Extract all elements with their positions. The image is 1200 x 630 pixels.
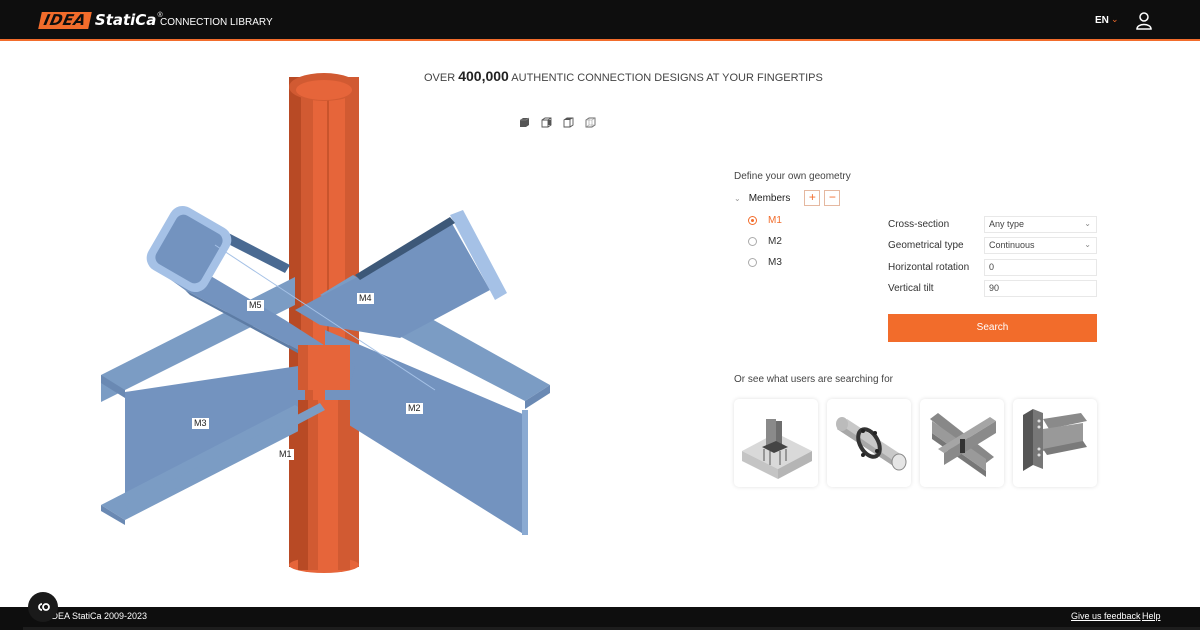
chevron-down-icon: ⌄ bbox=[1084, 219, 1091, 228]
radio-selected-icon[interactable] bbox=[748, 216, 757, 225]
popular-searches bbox=[734, 399, 1097, 487]
vertical-tilt-row: Vertical tilt 90 bbox=[888, 280, 1097, 297]
popular-searches-title: Or see what users are searching for bbox=[734, 374, 893, 385]
member-radio-m1[interactable]: M1 bbox=[748, 215, 782, 226]
member-label: M3 bbox=[768, 257, 782, 268]
logo-idea: IDEA bbox=[38, 11, 92, 29]
search-button[interactable]: Search bbox=[888, 314, 1097, 342]
member-label: M1 bbox=[768, 215, 782, 226]
logo[interactable]: IDEA StatiCa ® bbox=[38, 11, 163, 29]
base-plate-thumbnail bbox=[742, 419, 812, 479]
geometrical-type-label: Geometrical type bbox=[888, 240, 964, 251]
chat-button[interactable] bbox=[28, 592, 58, 622]
feedback-link[interactable]: Give us feedback bbox=[1071, 611, 1141, 621]
popular-card-base-plate[interactable] bbox=[734, 399, 818, 487]
chevron-down-icon: ⌄ bbox=[1084, 240, 1091, 249]
chevron-down-icon[interactable]: ⌄ bbox=[1111, 14, 1119, 25]
popular-card-column-beam[interactable] bbox=[1013, 399, 1097, 487]
remove-member-button[interactable]: − bbox=[824, 190, 841, 206]
radio-icon[interactable] bbox=[748, 258, 757, 267]
chat-icon bbox=[38, 603, 50, 611]
copyright: IDEA StatiCa 2009-2023 bbox=[49, 611, 148, 621]
member-m1-column-lower[interactable] bbox=[298, 345, 350, 570]
pipe-flange-thumbnail bbox=[836, 417, 907, 471]
popular-card-pipe-flange[interactable] bbox=[827, 399, 911, 487]
language-selector[interactable]: EN bbox=[1095, 15, 1109, 26]
member-m3-beam[interactable] bbox=[101, 277, 320, 525]
label-m3: M3 bbox=[192, 418, 209, 429]
radio-icon[interactable] bbox=[748, 237, 757, 246]
connection-3d-viewer[interactable]: M5 M4 M2 M3 M1 bbox=[95, 65, 565, 585]
app-title: CONNECTION LIBRARY bbox=[160, 17, 273, 28]
beam-cross-thumbnail bbox=[930, 413, 996, 477]
horizontal-rotation-label: Horizontal rotation bbox=[888, 262, 970, 273]
member-label: M2 bbox=[768, 236, 782, 247]
popular-card-beam-cross[interactable] bbox=[920, 399, 1004, 487]
horizontal-rotation-row: Horizontal rotation 0 bbox=[888, 259, 1097, 276]
label-m4: M4 bbox=[357, 293, 374, 304]
members-label[interactable]: Members bbox=[749, 193, 791, 204]
member-radio-m2[interactable]: M2 bbox=[748, 236, 782, 247]
label-m2: M2 bbox=[406, 403, 423, 414]
label-m5: M5 bbox=[247, 300, 264, 311]
user-icon[interactable] bbox=[1136, 12, 1152, 30]
top-header: IDEA StatiCa ® CONNECTION LIBRARY EN ⌄ bbox=[0, 0, 1200, 41]
chevron-down-icon[interactable]: ⌄ bbox=[734, 194, 741, 203]
horizontal-rotation-input[interactable]: 0 bbox=[984, 259, 1097, 276]
help-link[interactable]: Help bbox=[1142, 611, 1161, 621]
logo-statica: StatiCa bbox=[94, 11, 157, 29]
label-m1: M1 bbox=[277, 449, 294, 460]
cross-section-select[interactable]: Any type ⌄ bbox=[984, 216, 1097, 233]
geometrical-type-value: Continuous bbox=[989, 240, 1035, 250]
model-canvas[interactable] bbox=[95, 65, 565, 585]
geometrical-type-row: Geometrical type Continuous ⌄ bbox=[888, 237, 1097, 254]
vertical-tilt-label: Vertical tilt bbox=[888, 283, 934, 294]
member-radio-m3[interactable]: M3 bbox=[748, 257, 782, 268]
column-beam-thumbnail bbox=[1023, 409, 1087, 471]
add-member-button[interactable]: + bbox=[804, 190, 821, 206]
members-header: ⌄ Members + − bbox=[734, 190, 844, 206]
define-geometry-title: Define your own geometry bbox=[734, 171, 851, 182]
vertical-tilt-input[interactable]: 90 bbox=[984, 280, 1097, 297]
cross-section-label: Cross-section bbox=[888, 219, 950, 230]
wireframe-view-icon[interactable] bbox=[585, 117, 596, 128]
cross-section-row: Cross-section Any type ⌄ bbox=[888, 216, 1097, 233]
geometrical-type-select[interactable]: Continuous ⌄ bbox=[984, 237, 1097, 254]
cross-section-value: Any type bbox=[989, 219, 1025, 229]
